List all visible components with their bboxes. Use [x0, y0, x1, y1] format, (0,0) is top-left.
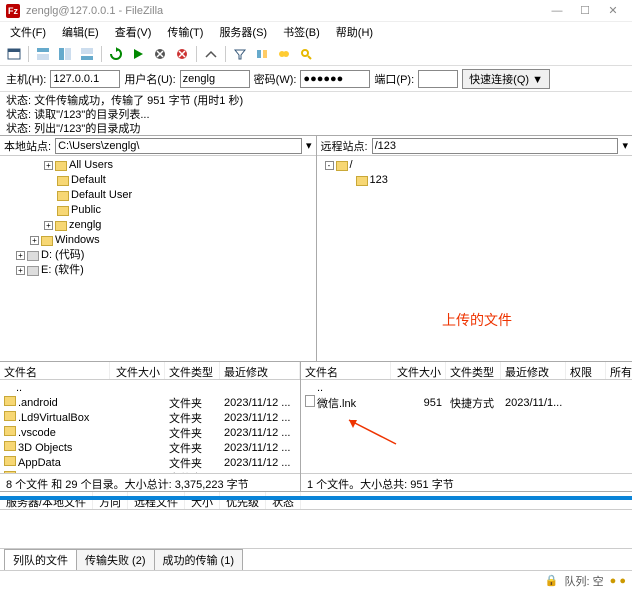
- tree-item[interactable]: + zenglg: [4, 218, 312, 233]
- queue-tab[interactable]: 传输失败 (2): [76, 549, 155, 570]
- menu-item[interactable]: 帮助(H): [330, 22, 379, 42]
- local-site-label: 本地站点:: [4, 138, 51, 154]
- pass-input[interactable]: [300, 70, 370, 88]
- tree-item[interactable]: 123: [321, 173, 629, 188]
- list-item[interactable]: .vscode文件夹2023/11/12 ...: [0, 425, 300, 440]
- queue-tabs: 列队的文件传输失败 (2)成功的传输 (1): [0, 548, 632, 570]
- host-label: 主机(H):: [6, 71, 46, 87]
- compare-icon[interactable]: [252, 44, 272, 64]
- tree-item[interactable]: + Windows: [4, 233, 312, 248]
- remote-path-input[interactable]: [372, 138, 619, 154]
- tree-item[interactable]: Default: [4, 173, 312, 188]
- toggle-queue-icon[interactable]: [77, 44, 97, 64]
- host-input[interactable]: [50, 70, 120, 88]
- tree-item[interactable]: + D: (代码): [4, 248, 312, 263]
- list-item[interactable]: .android文件夹2023/11/12 ...: [0, 395, 300, 410]
- remote-file-list: 文件名文件大小文件类型最近修改权限所有者/组 ..微信.lnk951快捷方式20…: [301, 362, 632, 491]
- menu-item[interactable]: 书签(B): [277, 22, 326, 42]
- tree-item[interactable]: + E: (软件): [4, 263, 312, 278]
- filter-icon[interactable]: [230, 44, 250, 64]
- quickconnect-bar: 主机(H): 用户名(U): 密码(W): 端口(P): 快速连接(Q) ▼: [0, 66, 632, 92]
- remote-list-status: 1 个文件。大小总共: 951 字节: [301, 473, 632, 491]
- toggle-log-icon[interactable]: [33, 44, 53, 64]
- minimize-button[interactable]: —: [544, 2, 570, 20]
- search-icon[interactable]: [296, 44, 316, 64]
- dropdown-icon[interactable]: ▾: [306, 139, 312, 152]
- local-tree[interactable]: + All Users Default Default User Public+…: [0, 156, 316, 361]
- list-item[interactable]: ..: [0, 380, 300, 395]
- remote-tree[interactable]: - / 123: [317, 156, 632, 361]
- queue-body[interactable]: [0, 510, 632, 548]
- local-list-header[interactable]: 文件名文件大小文件类型最近修改: [0, 362, 300, 380]
- menu-item[interactable]: 查看(V): [109, 22, 158, 42]
- remote-list-body[interactable]: ..微信.lnk951快捷方式2023/11/1...: [301, 380, 632, 473]
- tree-item[interactable]: - /: [321, 158, 629, 173]
- toolbar: [0, 42, 632, 66]
- local-file-list: 文件名文件大小文件类型最近修改 ...android文件夹2023/11/12 …: [0, 362, 301, 491]
- queue-tab[interactable]: 列队的文件: [4, 549, 77, 570]
- toggle-tree-icon[interactable]: [55, 44, 75, 64]
- menu-item[interactable]: 服务器(S): [213, 22, 273, 42]
- queue-status: 队列: 空: [565, 573, 604, 589]
- refresh-icon[interactable]: [106, 44, 126, 64]
- menubar: 文件(F)编辑(E)查看(V)传输(T)服务器(S)书签(B)帮助(H): [0, 22, 632, 42]
- status-dots: ● ●: [610, 575, 626, 587]
- menu-item[interactable]: 编辑(E): [56, 22, 105, 42]
- statusbar: 🔒 队列: 空 ● ●: [0, 570, 632, 590]
- user-label: 用户名(U):: [124, 71, 175, 87]
- list-item[interactable]: 微信.lnk951快捷方式2023/11/1...: [301, 395, 632, 410]
- window-title: zenglg@127.0.0.1 - FileZilla: [26, 5, 544, 17]
- sitemanager-icon[interactable]: [4, 44, 24, 64]
- port-label: 端口(P):: [374, 71, 414, 87]
- reconnect-icon[interactable]: [201, 44, 221, 64]
- message-log[interactable]: 状态: 文件传输成功，传输了 951 字节 (用时1 秒)状态: 读取"/123…: [0, 92, 632, 136]
- transfer-queue: 服务器/本地文件方向远程文件大小优先级状态: [0, 492, 632, 548]
- tree-item[interactable]: + All Users: [4, 158, 312, 173]
- local-path-input[interactable]: [55, 138, 302, 154]
- app-icon: Fz: [6, 4, 20, 18]
- maximize-button[interactable]: ☐: [572, 2, 598, 20]
- queue-tab[interactable]: 成功的传输 (1): [154, 549, 244, 570]
- process-queue-icon[interactable]: [128, 44, 148, 64]
- annotation-arrow: [341, 416, 401, 446]
- port-input[interactable]: [418, 70, 458, 88]
- list-item[interactable]: Application Data文件夹2023/11/12 ...: [0, 470, 300, 473]
- list-item[interactable]: AppData文件夹2023/11/12 ...: [0, 455, 300, 470]
- annotation-text: 上传的文件: [442, 310, 512, 330]
- tree-item[interactable]: Default User: [4, 188, 312, 203]
- disconnect-icon[interactable]: [172, 44, 192, 64]
- sync-browse-icon[interactable]: [274, 44, 294, 64]
- pass-label: 密码(W):: [254, 71, 297, 87]
- local-list-body[interactable]: ...android文件夹2023/11/12 ....Ld9VirtualBo…: [0, 380, 300, 473]
- list-item[interactable]: 3D Objects文件夹2023/11/12 ...: [0, 440, 300, 455]
- list-item[interactable]: .Ld9VirtualBox文件夹2023/11/12 ...: [0, 410, 300, 425]
- remote-site-label: 远程站点:: [321, 138, 368, 154]
- tree-item[interactable]: Public: [4, 203, 312, 218]
- dropdown-icon[interactable]: ▾: [622, 139, 628, 152]
- list-item[interactable]: ..: [301, 380, 632, 395]
- user-input[interactable]: [180, 70, 250, 88]
- lock-icon: 🔒: [545, 574, 559, 587]
- close-button[interactable]: ✕: [600, 2, 626, 20]
- local-list-status: 8 个文件 和 29 个目录。大小总计: 3,375,223 字节: [0, 473, 300, 491]
- remote-list-header[interactable]: 文件名文件大小文件类型最近修改权限所有者/组: [301, 362, 632, 380]
- menu-item[interactable]: 传输(T): [161, 22, 209, 42]
- cancel-icon[interactable]: [150, 44, 170, 64]
- quickconnect-button[interactable]: 快速连接(Q) ▼: [462, 69, 550, 89]
- queue-header[interactable]: 服务器/本地文件方向远程文件大小优先级状态: [0, 492, 632, 510]
- taskbar: [0, 496, 632, 500]
- titlebar: Fz zenglg@127.0.0.1 - FileZilla — ☐ ✕: [0, 0, 632, 22]
- menu-item[interactable]: 文件(F): [4, 22, 52, 42]
- local-pane: 本地站点: ▾ + All Users Default Default User…: [0, 136, 317, 361]
